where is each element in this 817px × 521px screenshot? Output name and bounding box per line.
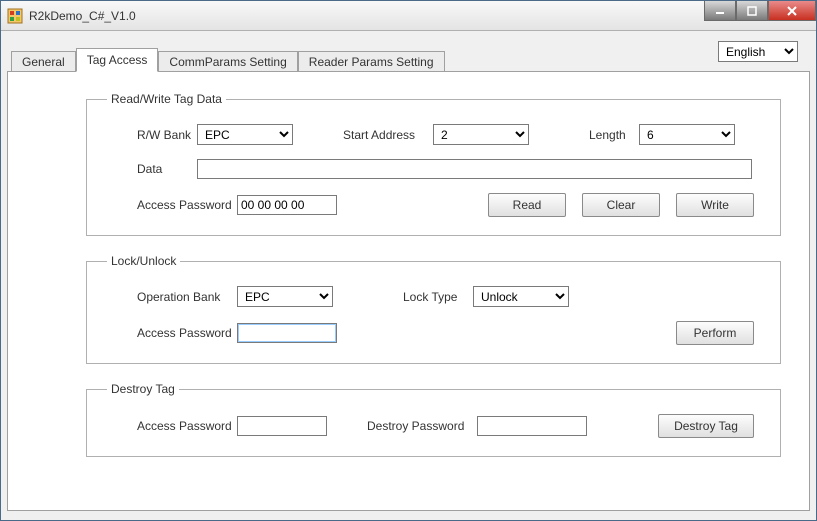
destroy-access-password-input[interactable] — [237, 416, 327, 436]
client-area: English General Tag Access CommParams Se… — [1, 31, 816, 520]
rw-bank-select[interactable]: EPC — [197, 124, 293, 145]
language-select-wrap: English — [718, 41, 798, 62]
lock-access-password-label: Access Password — [137, 326, 237, 340]
data-input[interactable] — [197, 159, 752, 179]
minimize-button[interactable] — [704, 1, 736, 21]
data-label: Data — [137, 162, 197, 176]
lock-access-password-input[interactable] — [237, 323, 337, 343]
rw-bank-label: R/W Bank — [137, 128, 197, 142]
operation-bank-label: Operation Bank — [137, 290, 237, 304]
app-icon — [7, 8, 23, 24]
group-lock-unlock: Lock/Unlock Operation Bank EPC Lock Type… — [86, 254, 781, 364]
clear-button[interactable]: Clear — [582, 193, 660, 217]
operation-bank-select[interactable]: EPC — [237, 286, 333, 307]
group-destroy-tag-legend: Destroy Tag — [107, 382, 179, 396]
length-select[interactable]: 6 — [639, 124, 735, 145]
lock-type-label: Lock Type — [403, 290, 473, 304]
tab-panel: Read/Write Tag Data R/W Bank EPC Start A… — [7, 71, 810, 511]
destroy-password-label: Destroy Password — [367, 419, 477, 433]
rw-access-password-label: Access Password — [137, 198, 237, 212]
main-window: R2kDemo_C#_V1.0 English General Tag Acce… — [0, 0, 817, 521]
language-select[interactable]: English — [718, 41, 798, 62]
tab-tag-access[interactable]: Tag Access — [76, 48, 159, 72]
perform-button[interactable]: Perform — [676, 321, 754, 345]
start-address-label: Start Address — [343, 128, 433, 142]
window-controls — [704, 1, 816, 30]
group-destroy-tag: Destroy Tag Access Password Destroy Pass… — [86, 382, 781, 457]
tab-reader-params[interactable]: Reader Params Setting — [298, 51, 445, 72]
destroy-password-input[interactable] — [477, 416, 587, 436]
group-read-write-legend: Read/Write Tag Data — [107, 92, 226, 106]
tab-comm-params[interactable]: CommParams Setting — [158, 51, 297, 72]
destroy-tag-button[interactable]: Destroy Tag — [658, 414, 754, 438]
group-lock-unlock-legend: Lock/Unlock — [107, 254, 180, 268]
close-button[interactable] — [768, 1, 816, 21]
read-button[interactable]: Read — [488, 193, 566, 217]
maximize-button[interactable] — [736, 1, 768, 21]
lock-type-select[interactable]: Unlock — [473, 286, 569, 307]
group-read-write: Read/Write Tag Data R/W Bank EPC Start A… — [86, 92, 781, 236]
titlebar: R2kDemo_C#_V1.0 — [1, 1, 816, 31]
start-address-select[interactable]: 2 — [433, 124, 529, 145]
tab-general[interactable]: General — [11, 51, 76, 72]
write-button[interactable]: Write — [676, 193, 754, 217]
tab-strip: General Tag Access CommParams Setting Re… — [7, 47, 810, 71]
length-label: Length — [589, 128, 639, 142]
window-title: R2kDemo_C#_V1.0 — [29, 9, 704, 23]
rw-access-password-input[interactable] — [237, 195, 337, 215]
destroy-access-password-label: Access Password — [137, 419, 237, 433]
